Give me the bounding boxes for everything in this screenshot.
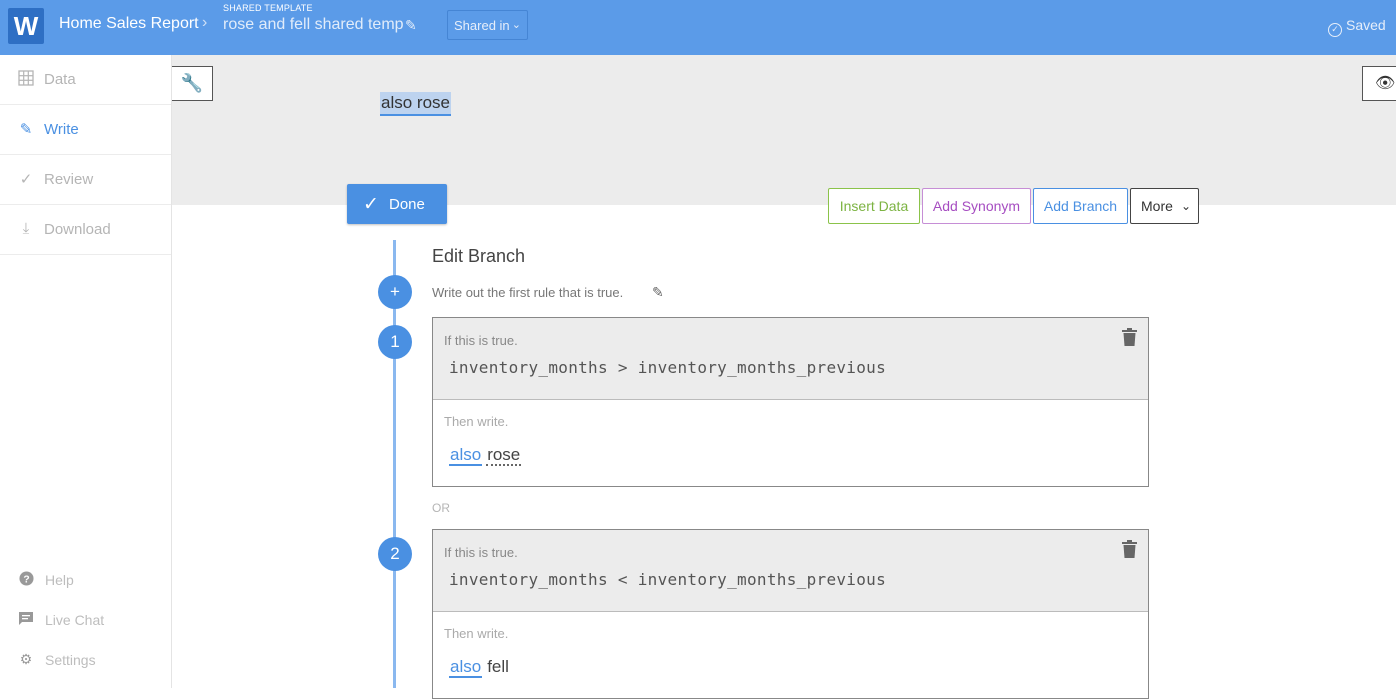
checkmark-icon: ✓ <box>363 194 379 215</box>
svg-text:?: ? <box>23 574 29 585</box>
trash-icon[interactable] <box>1122 328 1137 351</box>
preview-panel <box>172 55 1396 205</box>
edit-template-name-icon[interactable]: ✎ <box>405 17 417 34</box>
then-hint: Then write. <box>444 414 509 429</box>
rule-output[interactable]: Then write. also rose <box>433 400 1148 486</box>
synonym-word[interactable]: also <box>449 657 483 678</box>
pencil-icon: ✎ <box>19 121 33 138</box>
chat-icon <box>17 611 35 629</box>
grid-icon <box>17 70 35 90</box>
chevron-down-icon: ⌄ <box>1180 199 1191 213</box>
output-word[interactable]: fell <box>486 657 510 676</box>
edit-description-icon[interactable]: ✎ <box>652 284 664 301</box>
sidebar-item-label: Settings <box>45 652 96 668</box>
add-synonym-button[interactable]: Add Synonym <box>922 188 1031 224</box>
wrench-icon[interactable]: 🔧 <box>172 66 213 101</box>
shared-in-label: Shared in <box>454 18 510 33</box>
edit-branch-title: Edit Branch <box>432 246 526 266</box>
branch-description: Write out the first rule that is true. <box>432 285 624 300</box>
sidebar-item-label: Data <box>44 71 76 88</box>
sidebar-item-write[interactable]: ✎ Write <box>0 105 171 155</box>
help-icon: ? <box>17 571 35 589</box>
condition-expression[interactable]: inventory_months < inventory_months_prev… <box>449 570 886 589</box>
saved-label: Saved <box>1346 17 1386 33</box>
sidebar-item-label: Review <box>44 171 94 188</box>
sidebar-item-label: Help <box>45 572 74 588</box>
synonym-word[interactable]: also <box>449 445 483 466</box>
eye-icon[interactable]: 👁 <box>1362 66 1396 101</box>
sidebar-item-label: Write <box>44 121 79 138</box>
or-separator: OR <box>432 501 450 515</box>
sidebar-item-download[interactable]: ⤓ Download <box>0 205 171 255</box>
sidebar-item-review[interactable]: ✓ Review <box>0 155 171 205</box>
add-branch-button[interactable]: Add Branch <box>1033 188 1128 224</box>
insert-data-button[interactable]: Insert Data <box>828 188 920 224</box>
breadcrumb-separator-icon: › <box>202 14 208 31</box>
done-button[interactable]: ✓ Done <box>347 184 447 224</box>
more-dropdown[interactable]: More ⌄ <box>1130 188 1199 224</box>
output-words: also fell <box>449 657 510 678</box>
add-rule-button[interactable]: + <box>378 275 412 309</box>
sidebar-item-data[interactable]: Data <box>0 55 171 105</box>
trash-icon[interactable] <box>1122 540 1137 563</box>
done-label: Done <box>389 196 425 213</box>
rule-condition[interactable]: If this is true. inventory_months > inve… <box>433 318 1148 400</box>
output-words: also rose <box>449 445 522 466</box>
download-icon: ⤓ <box>22 220 30 237</box>
check-circle-icon: ✓ <box>1328 23 1342 37</box>
chevron-down-icon: ⌄ <box>511 19 521 31</box>
breadcrumb-report[interactable]: Home Sales Report <box>59 15 199 33</box>
sidebar: Data ✎ Write ✓ Review ⤓ Download ? Help … <box>0 55 172 688</box>
app-logo[interactable]: W <box>8 8 44 44</box>
output-word[interactable]: rose <box>486 445 522 466</box>
top-bar: W Home Sales Report › SHARED TEMPLATE ro… <box>0 0 1396 55</box>
if-hint: If this is true. <box>444 545 518 560</box>
shared-in-dropdown[interactable]: Shared in ⌄ <box>447 10 528 40</box>
if-hint: If this is true. <box>444 333 518 348</box>
then-hint: Then write. <box>444 626 509 641</box>
rule-output[interactable]: Then write. also fell <box>433 612 1148 698</box>
rule-condition[interactable]: If this is true. inventory_months < inve… <box>433 530 1148 612</box>
rule-number-badge: 2 <box>378 537 412 571</box>
sidebar-item-settings[interactable]: ⚙ Settings <box>0 647 171 677</box>
preview-text[interactable]: also rose <box>380 92 451 116</box>
sidebar-item-live-chat[interactable]: Live Chat <box>0 607 171 637</box>
rule-card: If this is true. inventory_months > inve… <box>432 317 1149 487</box>
saved-status: ✓ Saved <box>1328 17 1386 37</box>
template-label: SHARED TEMPLATE <box>223 3 313 13</box>
sidebar-item-help[interactable]: ? Help <box>0 567 171 597</box>
sidebar-item-label: Download <box>44 221 111 238</box>
rule-number-badge: 1 <box>378 325 412 359</box>
gear-icon: ⚙ <box>19 651 33 667</box>
rule-card: If this is true. inventory_months < inve… <box>432 529 1149 699</box>
condition-expression[interactable]: inventory_months > inventory_months_prev… <box>449 358 886 377</box>
sidebar-item-label: Live Chat <box>45 612 105 628</box>
checkmark-icon: ✓ <box>19 171 33 188</box>
more-label: More <box>1141 198 1173 214</box>
template-name[interactable]: rose and fell shared temp <box>223 16 404 34</box>
